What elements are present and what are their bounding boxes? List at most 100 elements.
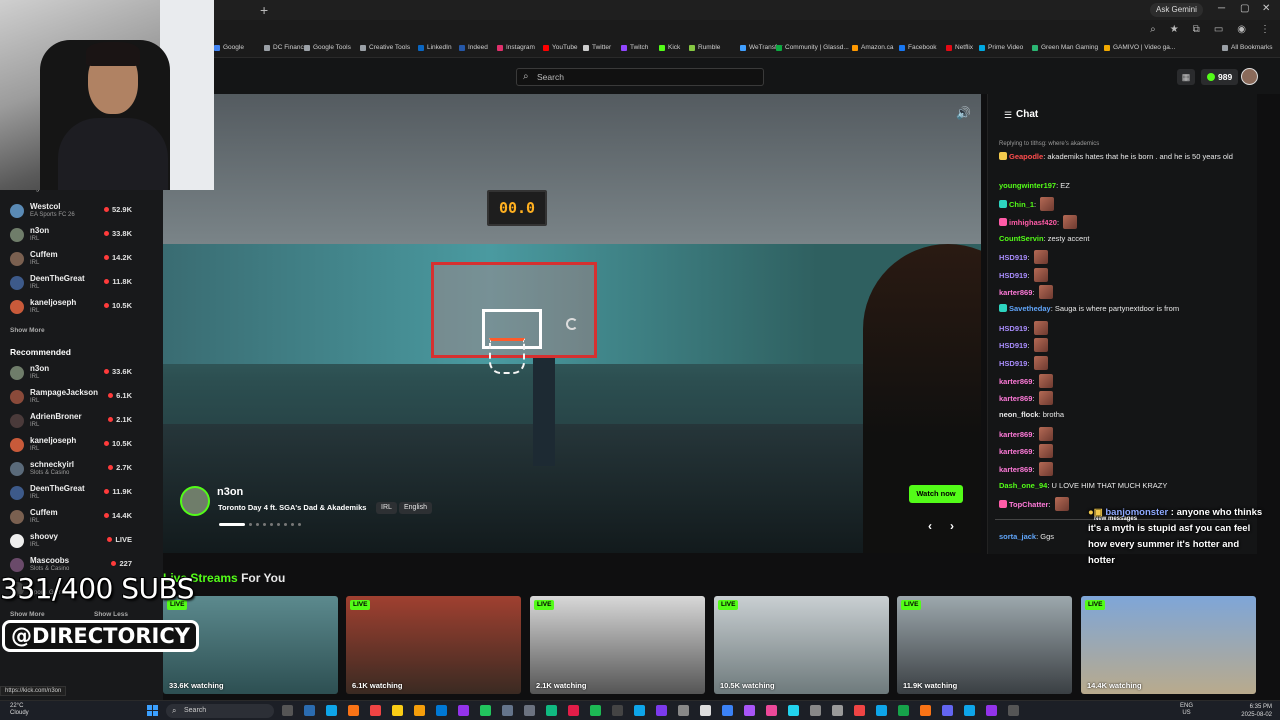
- chat-username[interactable]: CountServin: [999, 234, 1044, 243]
- chat-username[interactable]: karter869: [999, 465, 1032, 474]
- bookmark-rumble[interactable]: Rumble: [689, 44, 720, 51]
- stream-thumbnail[interactable]: LIVE 10.5K watching: [714, 596, 889, 694]
- chat-username[interactable]: karter869: [999, 430, 1032, 439]
- chat-username[interactable]: karter869: [999, 377, 1032, 386]
- featured-avatar[interactable]: [180, 486, 210, 516]
- zoom-icon[interactable]: ⌕: [1150, 24, 1156, 35]
- carousel-dot[interactable]: [277, 523, 280, 526]
- carousel-dot-active[interactable]: [219, 523, 245, 526]
- sidebar-channel-deenthegreat[interactable]: DeenTheGreat IRL 11.8K: [8, 272, 134, 294]
- new-tab-button[interactable]: +: [260, 2, 268, 18]
- sidebar-channel-shoovy[interactable]: shoovy IRL LIVE: [8, 530, 134, 552]
- ask-gemini-button[interactable]: Ask Gemini: [1150, 3, 1203, 17]
- bookmark-amazon-ca[interactable]: Amazon.ca: [852, 44, 894, 51]
- app-icon[interactable]: [744, 705, 755, 716]
- profile-icon[interactable]: ◉: [1237, 24, 1246, 35]
- chat-username[interactable]: neon_flock: [999, 410, 1039, 419]
- app-icon[interactable]: [612, 705, 623, 716]
- opera-icon[interactable]: [568, 705, 579, 716]
- sidebar-channel-kaneljoseph[interactable]: kaneljoseph IRL 10.5K: [8, 434, 134, 456]
- chat-username[interactable]: sorta_jack: [999, 532, 1036, 541]
- bookmark-twitch[interactable]: Twitch: [621, 44, 648, 51]
- bookmark-creative-tools[interactable]: Creative Tools: [360, 44, 410, 51]
- carousel-dot[interactable]: [270, 523, 273, 526]
- chat-username[interactable]: karter869: [999, 394, 1032, 403]
- chat-username[interactable]: karter869: [999, 288, 1032, 297]
- brave-icon[interactable]: [370, 705, 381, 716]
- bookmark-instagram[interactable]: Instagram: [497, 44, 535, 51]
- app-icon[interactable]: [898, 705, 909, 716]
- bookmark-dc-finance[interactable]: DC Finance: [264, 44, 307, 51]
- show-less-recommended[interactable]: Show Less: [94, 611, 128, 618]
- chat-username[interactable]: imhighasf420: [1009, 218, 1057, 227]
- stream-thumbnail[interactable]: LIVE 11.9K watching: [897, 596, 1072, 694]
- sidebar-channel-cuffem[interactable]: Cuffem IRL 14.4K: [8, 506, 134, 528]
- terminal-icon[interactable]: [524, 705, 535, 716]
- app-icon[interactable]: [1008, 705, 1019, 716]
- bookmark-star-icon[interactable]: ★: [1170, 24, 1179, 35]
- bookmark-netflix[interactable]: Netflix: [946, 44, 973, 51]
- chat-username[interactable]: Dash_one_94: [999, 481, 1047, 490]
- stream-thumbnail[interactable]: LIVE 6.1K watching: [346, 596, 521, 694]
- stream-thumbnail[interactable]: LIVE 14.4K watching: [1081, 596, 1256, 694]
- edge-dev-icon[interactable]: [876, 705, 887, 716]
- chrome-icon[interactable]: [854, 705, 865, 716]
- sidebar-icon[interactable]: ▭: [1214, 24, 1223, 35]
- spotify-icon[interactable]: [590, 705, 601, 716]
- stream-thumbnail[interactable]: LIVE 2.1K watching: [530, 596, 705, 694]
- xbox-icon[interactable]: [480, 705, 491, 716]
- carousel-dot[interactable]: [291, 523, 294, 526]
- bookmark-gamivo-video-ga[interactable]: GAMIVO | Video ga...: [1104, 44, 1175, 51]
- folder-icon[interactable]: [414, 705, 425, 716]
- app-icon[interactable]: [920, 705, 931, 716]
- sidebar-channel-kaneljoseph[interactable]: kaneljoseph IRL 10.5K: [8, 296, 134, 318]
- bookmark-linkedin[interactable]: LinkedIn: [418, 44, 452, 51]
- featured-streamer-name[interactable]: n3on: [217, 486, 243, 498]
- bookmark-youtube[interactable]: YouTube: [543, 44, 578, 51]
- app-icon[interactable]: [788, 705, 799, 716]
- bookmark-all-bookmarks[interactable]: All Bookmarks: [1222, 44, 1273, 51]
- maximize-icon[interactable]: ▢: [1240, 3, 1249, 14]
- show-more-recommended[interactable]: Show More: [10, 611, 45, 618]
- volume-icon[interactable]: 🔊: [956, 106, 971, 120]
- sidebar-channel-rampagejackson[interactable]: RampageJackson IRL 6.1K: [8, 386, 134, 408]
- minimize-icon[interactable]: ─: [1218, 3, 1225, 14]
- discord-icon[interactable]: [634, 705, 645, 716]
- carousel-next-icon[interactable]: ›: [950, 519, 954, 533]
- weather-widget[interactable]: 22°C Cloudy: [10, 703, 29, 717]
- clock[interactable]: 6:35 PM 2025-08-02: [1241, 703, 1272, 719]
- bookmark-kick[interactable]: Kick: [659, 44, 680, 51]
- chat-username[interactable]: HSD919: [999, 271, 1027, 280]
- sidebar-channel-schneckyirl[interactable]: schneckyirl Slots & Casino 2.7K: [8, 458, 134, 480]
- bookmark-google-tools[interactable]: Google Tools: [304, 44, 351, 51]
- browse-icon[interactable]: ▦: [1177, 69, 1195, 85]
- app-icon[interactable]: [766, 705, 777, 716]
- carousel-dot[interactable]: [263, 523, 266, 526]
- calculator-icon[interactable]: [502, 705, 513, 716]
- chat-username[interactable]: HSD919: [999, 341, 1027, 350]
- outlook-icon[interactable]: [436, 705, 447, 716]
- sidebar-channel-adrienbroner[interactable]: AdrienBroner IRL 2.1K: [8, 410, 134, 432]
- firefox-icon[interactable]: [348, 705, 359, 716]
- user-avatar[interactable]: [1241, 68, 1258, 85]
- carousel-dot[interactable]: [298, 523, 301, 526]
- points-button[interactable]: 989: [1201, 69, 1239, 85]
- x-icon[interactable]: [700, 705, 711, 716]
- copilot-icon[interactable]: [326, 705, 337, 716]
- bookmark-indeed[interactable]: Indeed: [459, 44, 488, 51]
- chat-username[interactable]: Savetheday: [1009, 304, 1051, 313]
- bookmark-green-man-gaming[interactable]: Green Man Gaming: [1032, 44, 1098, 51]
- taskbar-search[interactable]: ⌕ Search: [166, 704, 274, 718]
- sidebar-channel-cuffem[interactable]: Cuffem IRL 14.2K: [8, 248, 134, 270]
- search-input[interactable]: ⌕ Search: [516, 68, 764, 86]
- close-icon[interactable]: ✕: [1262, 3, 1270, 14]
- app-icon[interactable]: [964, 705, 975, 716]
- chat-collapse-icon[interactable]: ☰: [1004, 110, 1012, 121]
- capcut-icon[interactable]: [678, 705, 689, 716]
- twitch-icon[interactable]: [656, 705, 667, 716]
- browser-menu-icon[interactable]: ⋮: [1260, 24, 1270, 35]
- chat-username[interactable]: Chin_1: [1009, 200, 1034, 209]
- chat-username[interactable]: HSD919: [999, 253, 1027, 262]
- carousel-dot[interactable]: [249, 523, 252, 526]
- steam-icon[interactable]: [722, 705, 733, 716]
